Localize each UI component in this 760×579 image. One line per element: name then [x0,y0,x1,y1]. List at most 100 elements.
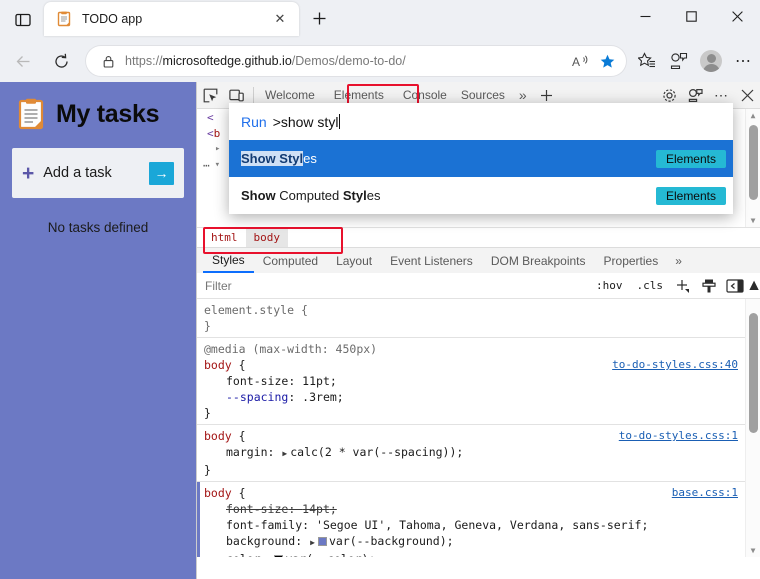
css-declaration[interactable]: --spacing: .3rem; [204,389,760,405]
browser-essentials-icon[interactable] [664,46,694,76]
command-palette[interactable]: Run >show styl Show Styles Elements Show… [229,103,733,214]
css-selector-line[interactable]: body { base.css:1 [204,485,760,501]
page-header: My tasks [0,82,196,130]
minimize-button[interactable] [622,0,668,32]
command-palette-input[interactable]: Run >show styl [229,103,733,140]
command-palette-mode-label: Run [241,113,267,130]
color-swatch[interactable] [317,537,327,546]
tab-strip: TODO app ✕ [0,0,760,40]
command-palette-result-badge: Elements [655,186,726,205]
styles-filter-bar: Filter :hov .cls ▲ [197,273,760,299]
address-bar[interactable]: https://microsoftedge.github.io/Demos/de… [86,46,626,76]
css-source-link[interactable]: to-do-styles.css:1 [619,428,738,444]
lock-icon[interactable] [98,55,118,68]
toolbar-divider [253,87,254,103]
page-viewport: My tasks + Add a task → No tasks defined [0,82,196,579]
read-aloud-icon[interactable]: A [568,48,594,74]
text-caret [339,114,341,129]
filter-input[interactable]: Filter [205,279,589,293]
plus-icon: + [22,161,35,185]
settings-and-more-icon[interactable]: ⋯ [728,46,758,76]
styles-tab-bar: Styles Computed Layout Event Listeners D… [197,247,760,273]
css-rule[interactable]: body { to-do-styles.css:1 margin: ▶ calc(… [197,425,760,482]
tab-actions-icon[interactable] [8,5,38,35]
dom-tree-scrollbar[interactable]: ▲ ▼ [745,109,760,227]
command-palette-result[interactable]: Show Computed Styles Elements [229,177,733,214]
tab-styles[interactable]: Styles [203,248,254,273]
css-media-query: @media (max-width: 450px) [204,342,378,356]
styles-scroll-up-arrow[interactable]: ▲ [746,275,760,297]
window-controls [622,0,760,32]
css-rules-pane[interactable]: element.style { } @media (max-width: 450… [197,299,760,557]
breadcrumb-item-html[interactable]: html [203,228,246,248]
css-rule-close: } [204,463,211,477]
css-source-link[interactable]: to-do-styles.css:40 [612,357,738,373]
css-declaration[interactable]: color: var(--color); [204,551,760,557]
svg-text:A: A [572,55,580,69]
cls-button[interactable]: .cls [630,279,671,292]
styles-tabs-overflow-icon[interactable]: » [667,254,690,268]
command-palette-query: >show styl [272,113,339,130]
css-rule-close: } [204,406,211,420]
clipboard-icon [56,11,72,27]
command-palette-result-label: Show Computed Styles [241,188,381,203]
expand-triangle-icon[interactable]: ▶ [310,538,315,547]
scroll-down-arrow[interactable]: ▼ [746,214,760,227]
scroll-thumb[interactable] [749,125,758,200]
browser-window: TODO app ✕ https://microsoftedge.github.… [0,0,760,579]
css-selector-line[interactable]: body { to-do-styles.css:40 [204,357,760,373]
tab-close-icon[interactable]: ✕ [269,8,291,30]
command-palette-result-badge: Elements [655,149,726,168]
tab-dom-breakpoints[interactable]: DOM Breakpoints [482,248,595,273]
css-source-link[interactable]: base.css:1 [672,485,738,501]
scroll-up-arrow[interactable]: ▲ [746,109,760,122]
tab-computed[interactable]: Computed [254,248,327,273]
add-task-row[interactable]: + Add a task → [12,148,184,198]
clipboard-icon [18,98,44,130]
computed-styles-icon[interactable] [696,275,722,297]
css-declaration[interactable]: background: ▶ var(--background); [204,533,760,551]
reload-button[interactable] [46,46,76,76]
scroll-down-arrow[interactable]: ▼ [746,546,760,555]
css-rules-scrollbar[interactable]: ▼ [745,299,760,557]
new-tab-button[interactable] [305,4,333,32]
scroll-thumb[interactable] [749,313,758,433]
tab-properties[interactable]: Properties [595,248,668,273]
css-selector-line[interactable]: body { to-do-styles.css:1 [204,428,760,444]
color-swatch[interactable] [274,555,284,557]
css-rule[interactable]: @media (max-width: 450px) body { to-do-s… [197,338,760,425]
devtools-close-icon[interactable] [734,83,760,107]
page-title: My tasks [56,99,160,128]
tab-layout[interactable]: Layout [327,248,381,273]
tab-strip-left: TODO app ✕ [0,0,333,40]
back-button[interactable] [8,46,38,76]
maximize-button[interactable] [668,0,714,32]
css-declaration[interactable]: font-family: 'Segoe UI', Tahoma, Geneva,… [204,517,760,533]
add-task-input[interactable]: Add a task [43,165,149,181]
css-selector-line[interactable]: element.style { [204,302,760,318]
new-style-rule-icon[interactable] [670,275,696,297]
empty-state-text: No tasks defined [47,220,149,235]
css-declaration[interactable]: font-size: 11pt; [204,373,760,389]
command-palette-result-label: Show Styles [241,151,317,166]
breadcrumb-item-body[interactable]: body [245,227,288,248]
css-declaration-overridden[interactable]: font-size: 14pt; [204,501,760,517]
tab-event-listeners[interactable]: Event Listeners [381,248,482,273]
css-declaration[interactable]: margin: ▶ calc(2 * var(--spacing)); [204,444,760,462]
css-rule[interactable]: body { base.css:1 font-size: 14pt; font-… [197,482,760,557]
profile-avatar[interactable] [696,46,726,76]
inspect-element-icon[interactable] [197,83,223,107]
breadcrumb: html body [197,227,760,248]
toggle-sidebar-icon[interactable] [722,275,748,297]
css-rule-close: } [204,319,211,333]
command-palette-result[interactable]: Show Styles Elements [229,140,733,177]
close-window-button[interactable] [714,0,760,32]
navigation-toolbar: https://microsoftedge.github.io/Demos/de… [0,40,760,82]
browser-tab[interactable]: TODO app ✕ [44,1,299,36]
css-rule[interactable]: element.style { } [197,299,760,338]
star-filled-icon[interactable] [594,48,620,74]
collections-icon[interactable] [632,46,662,76]
hov-button[interactable]: :hov [589,279,630,292]
submit-task-button[interactable]: → [149,161,174,185]
expand-triangle-icon[interactable]: ▶ [282,449,287,458]
